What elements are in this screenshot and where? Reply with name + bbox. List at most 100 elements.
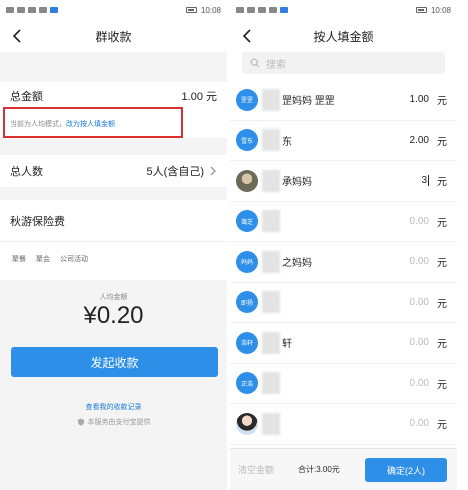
- highlight-annotation-box: [3, 107, 183, 138]
- unit-label: 元: [437, 96, 447, 108]
- provider-note: 本服务由支付宝提供: [0, 417, 227, 427]
- total-people-row[interactable]: 总人数 5人(含自己): [0, 155, 227, 187]
- amount-input[interactable]: 0.00: [379, 418, 429, 429]
- per-person-value: ¥0.20: [83, 302, 144, 329]
- launch-collect-button[interactable]: 发起收款: [11, 347, 218, 377]
- page-title: 群收款: [95, 29, 132, 44]
- status-bar: 10:08: [230, 0, 457, 20]
- unit-label: 元: [437, 136, 447, 148]
- member-row: 浩轩 轩 0.00 元: [230, 323, 457, 364]
- total-amount-label: 总金额: [10, 91, 43, 103]
- amount-input[interactable]: 1.00: [379, 94, 429, 105]
- blurred-name-segment: [262, 210, 280, 233]
- search-area: 搜索: [230, 52, 457, 80]
- signal-icon: [28, 7, 36, 13]
- member-name: 轩: [282, 339, 292, 351]
- unit-label: 元: [437, 420, 447, 432]
- text-cursor: [428, 175, 429, 187]
- amount-input[interactable]: 3: [379, 175, 429, 186]
- member-row: 承妈妈 3 元: [230, 161, 457, 202]
- total-people-value: 5人(含自己): [146, 166, 204, 178]
- wifi-icon: [39, 7, 47, 13]
- per-person-label: 人均金额: [99, 294, 128, 301]
- unit-label: 元: [437, 379, 447, 391]
- member-row: 蔼芝 0.00 元: [230, 201, 457, 242]
- provider-text: 本服务由支付宝提供: [87, 419, 151, 426]
- page-title: 按人填金额: [313, 29, 374, 44]
- total-amount-text: 合计:3.00元: [298, 465, 340, 474]
- avatar: 即扬: [236, 291, 258, 314]
- total-amount-value[interactable]: 1.00 元: [182, 88, 217, 104]
- amount-input[interactable]: 0.00: [379, 256, 429, 267]
- clear-amount-button[interactable]: 清空金额: [238, 463, 274, 476]
- blurred-name-segment: [262, 372, 280, 395]
- member-row: 0.00 元: [230, 404, 457, 445]
- member-name: 之妈妈: [282, 258, 312, 270]
- blurred-name-segment: [262, 88, 280, 111]
- per-person-amount-screen: 10:08 按人填金额 搜索 罡罡 罡妈妈 罡罡 1.00 元 雪东 东 2.0…: [230, 0, 457, 490]
- blurred-name-segment: [262, 291, 280, 314]
- nav-bar: 按人填金额: [230, 20, 457, 52]
- battery-icon: [185, 7, 197, 13]
- amount-value: 3: [421, 175, 427, 187]
- collect-records-link[interactable]: 查看我的收款记录: [0, 402, 227, 412]
- member-row: 罡罡 罡妈妈 罡罡 1.00 元: [230, 80, 457, 121]
- unit-label: 元: [437, 258, 447, 270]
- blurred-name-segment: [262, 169, 280, 192]
- blurred-name-segment: [262, 129, 280, 152]
- search-icon: [250, 58, 260, 68]
- avatar: 蔼芝: [236, 210, 258, 233]
- search-placeholder: 搜索: [266, 59, 286, 71]
- member-row: 妈妈 之妈妈 0.00 元: [230, 242, 457, 283]
- group-collect-screen: 10:08 群收款 总金额 1.00 元 当前为人均模式， 改为按人填金额 总人数…: [0, 0, 227, 490]
- avatar: 妈妈: [236, 250, 258, 273]
- unit-label: 元: [437, 339, 447, 351]
- amount-input[interactable]: 0.00: [379, 378, 429, 389]
- search-input[interactable]: 搜索: [242, 52, 445, 74]
- signal-icon: [258, 7, 266, 13]
- unit-label: 元: [437, 177, 447, 189]
- alipay-icon: [280, 7, 288, 13]
- signal-icon: [247, 7, 255, 13]
- avatar: [236, 169, 258, 192]
- total-amount-row[interactable]: 总金额 1.00 元: [0, 82, 227, 110]
- blurred-name-segment: [262, 250, 280, 273]
- status-bar: 10:08: [0, 0, 227, 20]
- tag-item[interactable]: 聚餐: [12, 254, 26, 264]
- back-arrow-icon[interactable]: [240, 27, 256, 45]
- member-row: 正浩 0.00 元: [230, 363, 457, 404]
- confirm-button[interactable]: 确定(2人): [365, 458, 447, 482]
- back-arrow-icon[interactable]: [10, 27, 26, 45]
- unit-label: 元: [437, 298, 447, 310]
- total-people-label: 总人数: [10, 166, 43, 178]
- blurred-name-segment: [262, 331, 280, 354]
- status-icons: [236, 7, 288, 13]
- unit-label: 元: [437, 217, 447, 229]
- blurred-name-segment: [262, 412, 280, 435]
- amount-input[interactable]: 0.00: [379, 216, 429, 227]
- amount-input[interactable]: 2.00: [379, 135, 429, 146]
- amount-input[interactable]: 0.00: [379, 337, 429, 348]
- avatar: 雪东: [236, 129, 258, 152]
- sim-icon: [236, 7, 244, 13]
- avatar: 浩轩: [236, 331, 258, 354]
- avatar: 正浩: [236, 372, 258, 395]
- tag-item[interactable]: 聚会: [36, 254, 50, 264]
- amount-input[interactable]: 0.00: [379, 297, 429, 308]
- alipay-icon: [50, 7, 58, 13]
- member-row: 即扬 0.00 元: [230, 282, 457, 323]
- avatar: [236, 412, 258, 435]
- sim-icon: [6, 7, 14, 13]
- tag-item[interactable]: 公司活动: [60, 254, 88, 264]
- member-list: 罡罡 罡妈妈 罡罡 1.00 元 雪东 东 2.00 元 承妈妈 3 元 蔼芝 …: [230, 80, 457, 445]
- status-time: 10:08: [430, 5, 451, 15]
- member-name: 承妈妈: [282, 177, 312, 189]
- shield-icon: [77, 418, 84, 426]
- member-name: 东: [282, 136, 292, 148]
- chevron-right-icon: [210, 166, 216, 176]
- battery-icon: [415, 7, 427, 13]
- wifi-icon: [269, 7, 277, 13]
- signal-icon: [17, 7, 25, 13]
- topic-input[interactable]: 秋游保险费: [0, 200, 227, 242]
- topic-block: 秋游保险费 聚餐 聚会 公司活动: [0, 200, 227, 280]
